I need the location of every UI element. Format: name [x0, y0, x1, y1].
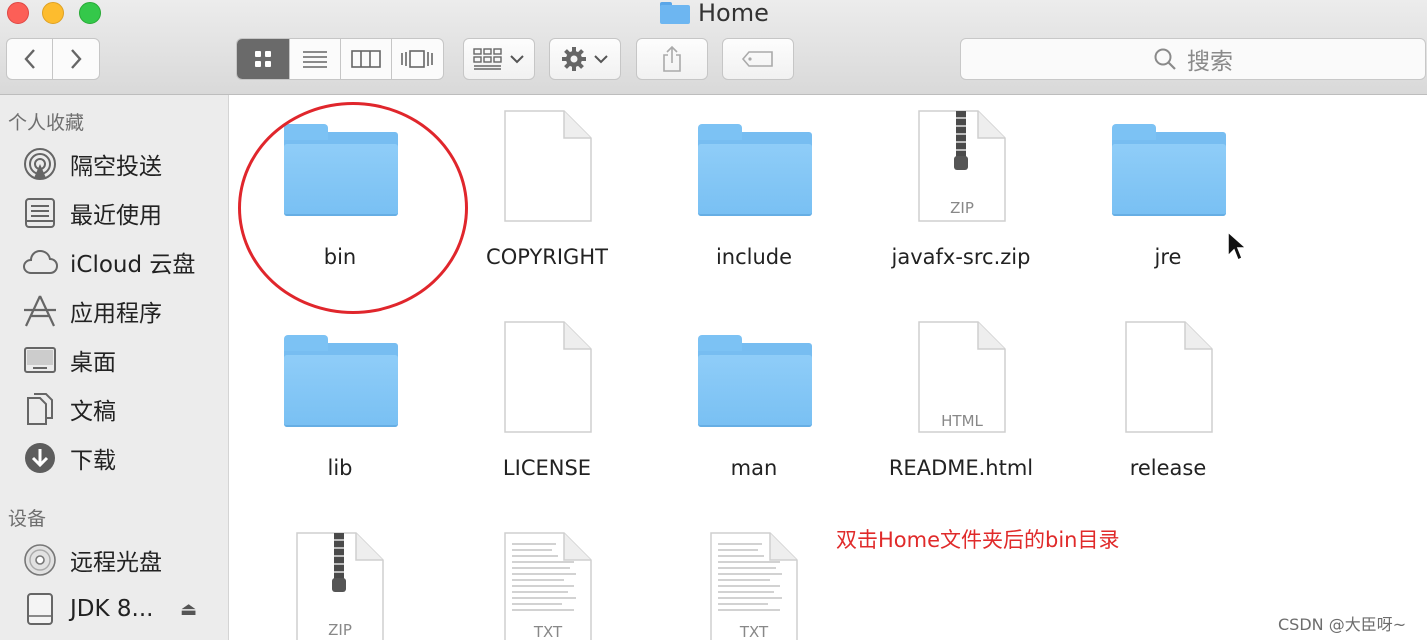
action-button[interactable] [549, 38, 621, 80]
file-name: README.html [888, 456, 1034, 480]
back-button[interactable] [7, 39, 54, 79]
folder-icon [698, 335, 812, 427]
file-name: lib [327, 456, 353, 480]
list-view-button[interactable] [290, 39, 341, 79]
sidebar-item-label: 文稿 [70, 399, 116, 425]
sidebar-item-documents[interactable]: 文稿 [22, 389, 116, 429]
sidebar-item-label: 远程光盘 [70, 550, 162, 576]
html-document-icon: HTML [918, 321, 1006, 433]
chevron-down-icon [594, 55, 608, 64]
sidebar-item-icloud[interactable]: iCloud 云盘 [22, 242, 195, 282]
favorites-header: 个人收藏 [8, 112, 85, 134]
minimize-window-button[interactable] [42, 2, 64, 24]
desktop-icon [22, 342, 58, 378]
file-type-tag: TXT [533, 623, 563, 640]
chevron-left-icon [23, 49, 35, 69]
watermark: CSDN @大臣呀~ [1278, 615, 1407, 634]
folder-icon [698, 124, 812, 216]
downloads-icon [22, 440, 58, 476]
chevron-down-icon [510, 55, 524, 64]
close-window-button[interactable] [7, 2, 29, 24]
share-button[interactable] [636, 38, 708, 80]
file-type-tag: TXT [739, 623, 769, 640]
folder-icon [660, 2, 690, 24]
view-mode-control [236, 38, 444, 80]
columns-icon [350, 50, 381, 68]
text-document-icon: TXT [710, 532, 798, 640]
window-toolbar: Home 搜索 [0, 0, 1427, 95]
gear-icon [562, 47, 586, 71]
disc-icon [22, 542, 58, 578]
airdrop-icon [22, 146, 58, 182]
file-name: man [730, 456, 778, 480]
text-document-icon: TXT [504, 532, 592, 640]
column-view-button[interactable] [341, 39, 392, 79]
icon-view-button[interactable] [237, 39, 291, 79]
sidebar-item-label: 应用程序 [70, 301, 162, 327]
sidebar-item-desktop[interactable]: 桌面 [22, 340, 116, 380]
zip-archive-icon: ZIP [296, 532, 384, 640]
devices-header: 设备 [8, 508, 47, 530]
folder-icon [1112, 124, 1226, 216]
file-name: LICENSE [502, 456, 592, 480]
folder-icon [284, 335, 398, 427]
sidebar-item-applications[interactable]: 应用程序 [22, 291, 162, 331]
document-icon [1125, 321, 1213, 433]
share-icon [663, 45, 681, 72]
forward-button[interactable] [53, 39, 99, 79]
documents-icon [22, 391, 58, 427]
arrange-grid-icon [473, 48, 502, 70]
document-icon [504, 321, 592, 433]
sidebar-item-downloads[interactable]: 下载 [22, 438, 116, 478]
window-title-text: Home [698, 0, 769, 27]
file-name: javafx-src.zip [891, 245, 1031, 269]
search-placeholder: 搜索 [1187, 49, 1233, 75]
list-icon [303, 51, 328, 68]
navigation-buttons [6, 38, 100, 80]
eject-icon[interactable]: ⏏ [180, 599, 197, 620]
sidebar-item-label: 桌面 [70, 350, 116, 376]
sidebar-item-label: 隔空投送 [70, 154, 162, 180]
sidebar-item-jdk-volume[interactable]: JDK 8... [22, 589, 153, 629]
zip-archive-icon: ZIP [918, 110, 1006, 222]
recents-icon [22, 195, 58, 231]
arrange-button[interactable] [463, 38, 535, 80]
cover-flow-icon [401, 50, 434, 68]
grid-icon [255, 51, 272, 67]
mouse-cursor-icon [1227, 230, 1248, 262]
annotation-text: 双击Home文件夹后的bin目录 [836, 528, 1120, 552]
file-name: include [715, 245, 793, 269]
tags-button[interactable] [722, 38, 794, 80]
zoom-window-button[interactable] [79, 2, 101, 24]
drive-icon [22, 591, 58, 627]
file-name: release [1129, 456, 1207, 480]
document-icon [504, 110, 592, 222]
applications-icon [22, 293, 58, 329]
window-title: Home [660, 0, 769, 27]
sidebar-item-label: 下载 [70, 448, 116, 474]
search-icon [1154, 48, 1176, 70]
sidebar-item-recents[interactable]: 最近使用 [22, 193, 162, 233]
sidebar-item-label: JDK 8... [70, 596, 154, 622]
file-name: COPYRIGHT [486, 245, 608, 269]
cover-flow-view-button[interactable] [392, 39, 443, 79]
cloud-icon [22, 244, 58, 280]
file-type-tag: HTML [941, 412, 983, 430]
file-type-tag: ZIP [328, 621, 352, 639]
file-type-tag: ZIP [950, 199, 974, 217]
chevron-right-icon [71, 49, 82, 69]
sidebar-item-remote-disc[interactable]: 远程光盘 [22, 540, 162, 580]
search-field[interactable]: 搜索 [960, 38, 1426, 80]
sidebar-item-label: 最近使用 [70, 203, 162, 229]
tag-icon [741, 51, 773, 67]
sidebar-item-airdrop[interactable]: 隔空投送 [22, 144, 162, 184]
highlight-circle [238, 102, 468, 314]
sidebar-item-label: iCloud 云盘 [70, 252, 196, 278]
